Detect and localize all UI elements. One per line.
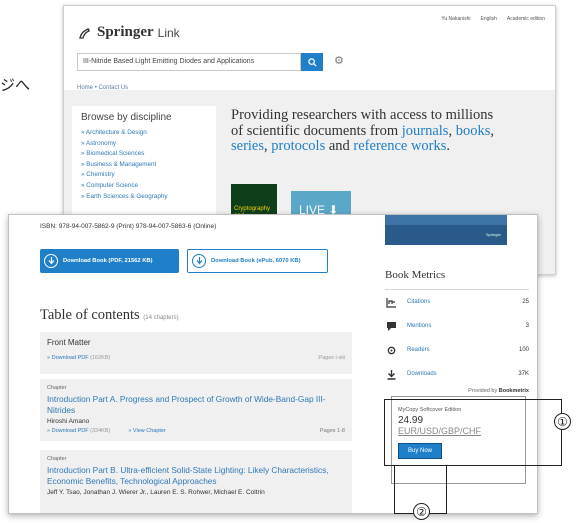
discipline-item[interactable]: » Biomedical Sciences — [81, 149, 207, 160]
mentions-icon — [385, 320, 397, 332]
toc-chapter-count: (14 chapters) — [143, 315, 179, 321]
book-cover[interactable]: Springer — [385, 215, 507, 245]
breadcrumb: Home • Contact Us — [77, 85, 129, 91]
springer-logo[interactable]: Springer Link — [77, 24, 180, 41]
chapter-pages: Pages 1-8 — [319, 428, 345, 434]
book-detail-screenshot: ISBN: 978-94-007-5862-9 (Print) 978-94-0… — [8, 214, 538, 514]
annotation-marker-2: ② — [413, 503, 430, 520]
browse-title: Browse by discipline — [81, 112, 172, 123]
discipline-item[interactable]: » Chemistry — [81, 170, 207, 181]
annotation-marker-1: ① — [554, 413, 571, 430]
account-menu[interactable]: Yu Nakanishi — [441, 16, 470, 22]
metric-row-citations[interactable]: Citations 25 — [385, 290, 529, 314]
download-pdf-button[interactable]: Download Book (PDF, 21562 KB) — [40, 249, 179, 273]
chapter-authors: Jeff Y. Tsao, Jonathan J. Wierer Jr., La… — [47, 489, 265, 496]
book-metrics-title: Book Metrics — [385, 269, 529, 290]
chapter-download-link[interactable]: » Download PDF — [47, 428, 89, 434]
discipline-item[interactable]: » Astronomy — [81, 139, 207, 150]
chapter-title-link[interactable]: Introduction Part A. Progress and Prospe… — [47, 394, 345, 416]
chapter-item: Chapter Introduction Part B. Ultra-effic… — [40, 450, 352, 513]
provided-by-text: Provided by Bookmetrix — [468, 388, 529, 394]
edition-menu[interactable]: Academic edition — [507, 16, 545, 22]
discipline-item[interactable]: » Business & Management — [81, 160, 207, 171]
download-icon — [192, 254, 206, 268]
springer-horse-icon — [79, 27, 90, 39]
metric-row-readers[interactable]: Readers 100 — [385, 338, 529, 362]
front-matter-title: Front Matter — [47, 338, 91, 347]
isbn-text: ISBN: 978-94-007-5862-9 (Print) 978-94-0… — [40, 223, 217, 230]
download-epub-button[interactable]: Download Book (ePub, 6070 KB) — [187, 249, 328, 273]
front-matter-pages: Pages i-xiii — [318, 355, 345, 361]
metric-row-mentions[interactable]: Mentions 3 — [385, 314, 529, 338]
discipline-item[interactable]: » Computer Science — [81, 181, 207, 192]
download-icon — [44, 254, 58, 268]
logo-link-text: Link — [157, 25, 180, 40]
language-menu[interactable]: English — [481, 16, 497, 22]
front-matter-panel: Front Matter » Download PDF (162KB) Page… — [40, 332, 352, 374]
logo-brand-text: Springer — [97, 24, 154, 40]
chapter-authors: Hiroshi Amano — [47, 418, 90, 425]
series-link[interactable]: series — [231, 138, 264, 154]
breadcrumb-contact[interactable]: Contact Us — [98, 85, 128, 91]
discipline-item[interactable]: » Earth Sciences & Geography — [81, 192, 207, 203]
search-input[interactable]: III-Nitride Based Light Emitting Diodes … — [77, 53, 301, 71]
protocols-link[interactable]: protocols — [271, 138, 325, 154]
cover-publisher-text: Springer — [485, 232, 501, 237]
top-nav: Yu Nakanishi English Academic edition — [441, 16, 545, 22]
front-matter-download-link[interactable]: » Download PDF — [47, 355, 89, 361]
view-chapter-link[interactable]: » View Chapter — [128, 428, 166, 434]
metric-row-downloads[interactable]: Downloads 37K — [385, 362, 529, 386]
annotation-box-1 — [384, 399, 562, 466]
readers-icon — [385, 344, 397, 356]
bookmetrix-link[interactable]: Bookmetrix — [499, 388, 529, 394]
settings-gear-icon[interactable]: ⚙ — [334, 54, 344, 67]
chapter-item: Chapter Introduction Part A. Progress an… — [40, 379, 352, 441]
toc-heading: Table of contents (14 chapters) — [40, 307, 179, 323]
book-metrics-panel: Book Metrics Citations 25 Mentions 3 Rea… — [385, 269, 529, 394]
books-link[interactable]: books — [456, 123, 491, 139]
search-button[interactable] — [301, 53, 323, 71]
reference-works-link[interactable]: reference works — [353, 138, 446, 154]
citations-icon — [385, 296, 397, 308]
chapter-title-link[interactable]: Introduction Part B. Ultra-efficient Sol… — [47, 465, 345, 487]
discipline-item[interactable]: » Architecture & Design — [81, 128, 207, 139]
search-icon — [307, 57, 317, 67]
discipline-list: » Architecture & Design » Astronomy » Bi… — [81, 128, 207, 202]
hero-tagline: Providing researchers with access to mil… — [231, 107, 494, 154]
downloads-icon — [385, 368, 397, 380]
journals-link[interactable]: journals — [402, 123, 449, 139]
japanese-text-fragment: ジへ — [0, 76, 31, 94]
breadcrumb-home[interactable]: Home — [77, 85, 93, 91]
